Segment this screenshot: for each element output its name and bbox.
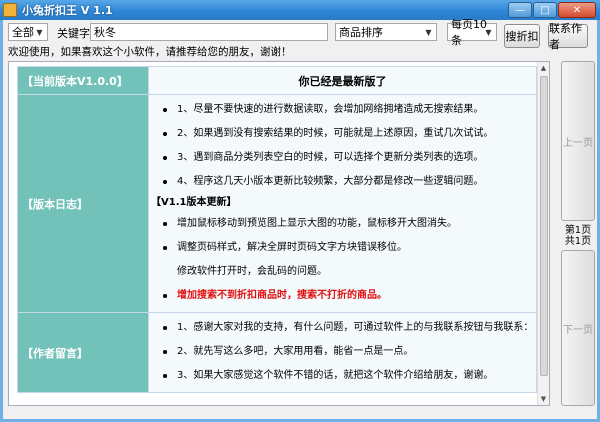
log-body: 1、尽量不要快速的进行数据读取，会增加网络拥堵造成无搜索结果。 2、如果遇到没有… xyxy=(148,94,537,313)
content-panel: 【当前版本V1.0.0】 你已经是最新版了 【版本日志】 1、尽量不要快速的进行… xyxy=(8,61,550,406)
category-value: 全部 xyxy=(12,26,34,39)
update-list: 增加鼠标移动到预览图上显示大图的功能，鼠标移开大图消失。 调整页码样式，解决全屏… xyxy=(149,212,536,308)
contact-author-button[interactable]: 联系作者 xyxy=(548,22,588,51)
welcome-message: 欢迎使用，如果喜欢这个小软件，请推荐给您的朋友，谢谢！ xyxy=(8,46,292,58)
category-select[interactable]: 全部 ▼ xyxy=(8,23,48,41)
version-message: 你已经是最新版了 xyxy=(148,66,537,95)
main-window: 全部 ▼ 关键字: 秋冬 商品排序 ▼ 每页10条 ▼ 搜折扣 联系作者 欢迎使… xyxy=(0,18,600,422)
list-item: 2、如果遇到没有搜索结果的时候，可能就是上述原因，重试几次试试。 xyxy=(149,122,536,146)
sort-value: 商品排序 xyxy=(339,26,383,39)
log-list: 1、尽量不要快速的进行数据读取，会增加网络拥堵造成无搜索结果。 2、如果遇到没有… xyxy=(149,98,536,194)
author-row: 【作者留言】 1、感谢大家对我的支持，有什么问题，可通过软件上的与我联系按钮与我… xyxy=(17,312,537,393)
vertical-scrollbar[interactable]: ▲ ▼ xyxy=(537,62,549,405)
minimize-icon[interactable]: — xyxy=(508,2,532,18)
search-button[interactable]: 搜折扣 xyxy=(504,24,540,48)
info-table: 【当前版本V1.0.0】 你已经是最新版了 【版本日志】 1、尽量不要快速的进行… xyxy=(17,66,537,393)
prev-page-button[interactable]: 上一页 xyxy=(561,61,595,221)
list-item: 1、感谢大家对我的支持，有什么问题，可通过软件上的与我联系按钮与我联系： xyxy=(149,316,536,340)
author-header: 【作者留言】 xyxy=(17,312,149,393)
maximize-icon[interactable]: □ xyxy=(533,2,557,18)
current-page: 第1页 xyxy=(564,225,592,236)
author-list: 1、感谢大家对我的支持，有什么问题，可通过软件上的与我联系按钮与我联系： 2、就… xyxy=(149,316,536,388)
keyword-input[interactable]: 秋冬 xyxy=(90,23,328,41)
window-controls: — □ ✕ xyxy=(508,2,596,18)
per-page-select[interactable]: 每页10条 ▼ xyxy=(447,18,497,47)
keyword-label: 关键字: xyxy=(57,27,94,40)
list-item: 修改软件打开时，会乱码的问题。 xyxy=(177,266,327,277)
chevron-down-icon[interactable]: ▼ xyxy=(32,24,47,40)
list-item: 3、如果大家感觉这个软件不错的话，就把这个软件介绍给朋友，谢谢。 xyxy=(149,364,536,388)
list-item: 1、尽量不要快速的进行数据读取，会增加网络拥堵造成无搜索结果。 xyxy=(149,98,536,122)
sort-select[interactable]: 商品排序 ▼ xyxy=(335,23,437,41)
version-row: 【当前版本V1.0.0】 你已经是最新版了 xyxy=(17,66,537,95)
total-pages: 共1页 xyxy=(564,236,592,247)
list-item: 3、遇到商品分类列表空白的时候，可以选择个更新分类列表的选项。 xyxy=(149,146,536,170)
page-info: 第1页 共1页 xyxy=(561,225,595,247)
list-item: 2、就先写这么多吧，大家用用看，能省一点是一点。 xyxy=(149,340,536,364)
chevron-down-icon[interactable]: ▼ xyxy=(421,24,436,40)
author-body: 1、感谢大家对我的支持，有什么问题，可通过软件上的与我联系按钮与我联系： 2、就… xyxy=(148,312,537,393)
list-item: 增加鼠标移动到预览图上显示大图的功能，鼠标移开大图消失。 xyxy=(149,212,536,236)
version-header: 【当前版本V1.0.0】 xyxy=(17,66,149,95)
log-header: 【版本日志】 xyxy=(17,94,149,313)
scroll-down-icon[interactable]: ▼ xyxy=(538,393,549,405)
update-subheader: 【V1.1版本更新】 xyxy=(151,197,237,208)
window-title: 小兔折扣王 V 1.1 xyxy=(22,4,113,17)
title-bar: 小兔折扣王 V 1.1 — □ ✕ xyxy=(0,0,600,20)
keyword-value: 秋冬 xyxy=(94,26,116,39)
scroll-thumb[interactable] xyxy=(540,76,548,376)
list-item: 4、程序这几天小版本更新比较频繁，大部分都是修改一些逻辑问题。 xyxy=(149,170,536,194)
log-row: 【版本日志】 1、尽量不要快速的进行数据读取，会增加网络拥堵造成无搜索结果。 2… xyxy=(17,94,537,313)
list-item: 增加搜索不到折扣商品时，搜索不打折的商品。 xyxy=(149,284,536,308)
chevron-down-icon[interactable]: ▼ xyxy=(481,24,496,40)
scroll-up-icon[interactable]: ▲ xyxy=(538,62,549,74)
app-icon xyxy=(3,3,17,17)
list-item: 调整页码样式，解决全屏时页码文字方块错误移位。 xyxy=(149,236,536,260)
close-icon[interactable]: ✕ xyxy=(558,2,596,18)
next-page-button[interactable]: 下一页 xyxy=(561,250,595,406)
